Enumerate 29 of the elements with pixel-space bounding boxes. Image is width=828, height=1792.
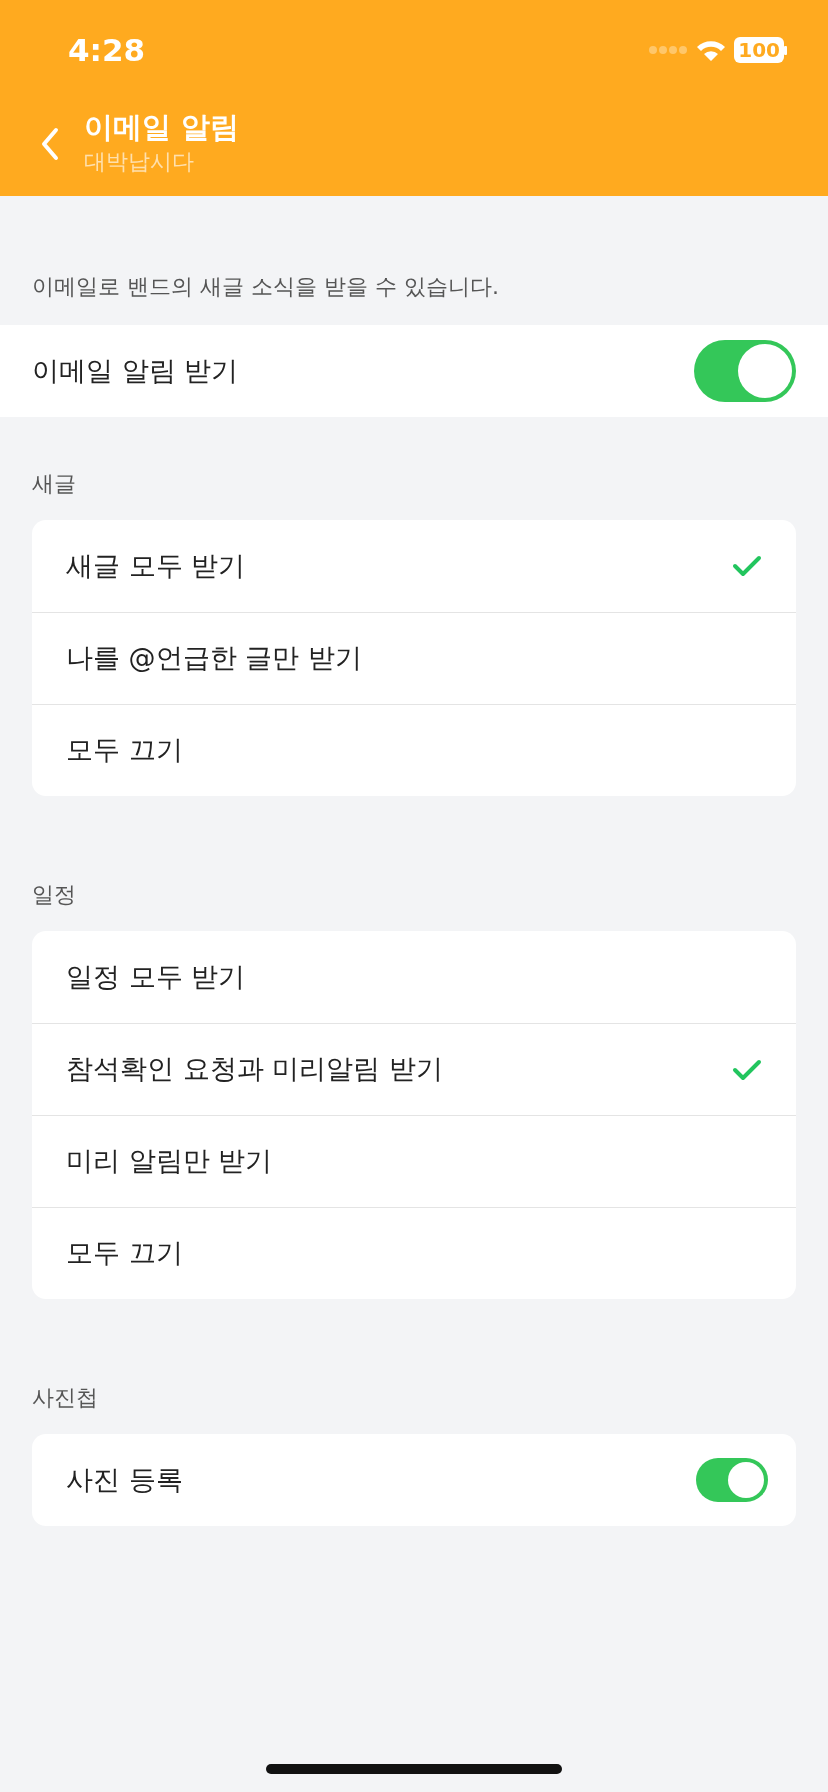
toggle-switch[interactable] [696, 1458, 768, 1502]
option-row[interactable]: 나를 @언급한 글만 받기 [32, 612, 796, 704]
option-label: 새글 모두 받기 [66, 548, 246, 583]
option-row[interactable]: 새글 모두 받기 [32, 520, 796, 612]
toggle-label: 사진 등록 [66, 1462, 183, 1497]
description-text: 이메일로 밴드의 새글 소식을 받을 수 있습니다. [31, 273, 500, 301]
section-title: 일정 [31, 881, 77, 909]
option-row[interactable]: 일정 모두 받기 [32, 931, 796, 1023]
option-label: 나를 @언급한 글만 받기 [66, 641, 362, 676]
option-row[interactable]: 미리 알림만 받기 [32, 1115, 796, 1207]
option-row[interactable]: 참석확인 요청과 미리알림 받기 [32, 1023, 796, 1115]
page-subtitle: 대박납시다 [84, 147, 195, 176]
status-time: 4:28 [68, 30, 146, 70]
back-button[interactable] [40, 126, 60, 161]
wifi-icon [696, 39, 727, 61]
option-label: 참석확인 요청과 미리알림 받기 [66, 1052, 443, 1087]
option-label: 일정 모두 받기 [66, 959, 246, 994]
option-row[interactable]: 모두 끄기 [32, 704, 796, 796]
section-title: 사진첩 [31, 1384, 99, 1412]
option-label: 모두 끄기 [66, 1236, 183, 1271]
battery-level: 100 [734, 37, 784, 63]
option-label: 미리 알림만 받기 [66, 1144, 273, 1179]
page-title: 이메일 알림 [84, 110, 240, 145]
option-row[interactable]: 모두 끄기 [32, 1207, 796, 1299]
toggle-label: 이메일 알림 받기 [32, 353, 239, 388]
battery-tip-icon [784, 45, 788, 55]
signal-icon [648, 45, 689, 55]
section-title: 새글 [31, 470, 77, 498]
option-label: 모두 끄기 [66, 733, 183, 768]
